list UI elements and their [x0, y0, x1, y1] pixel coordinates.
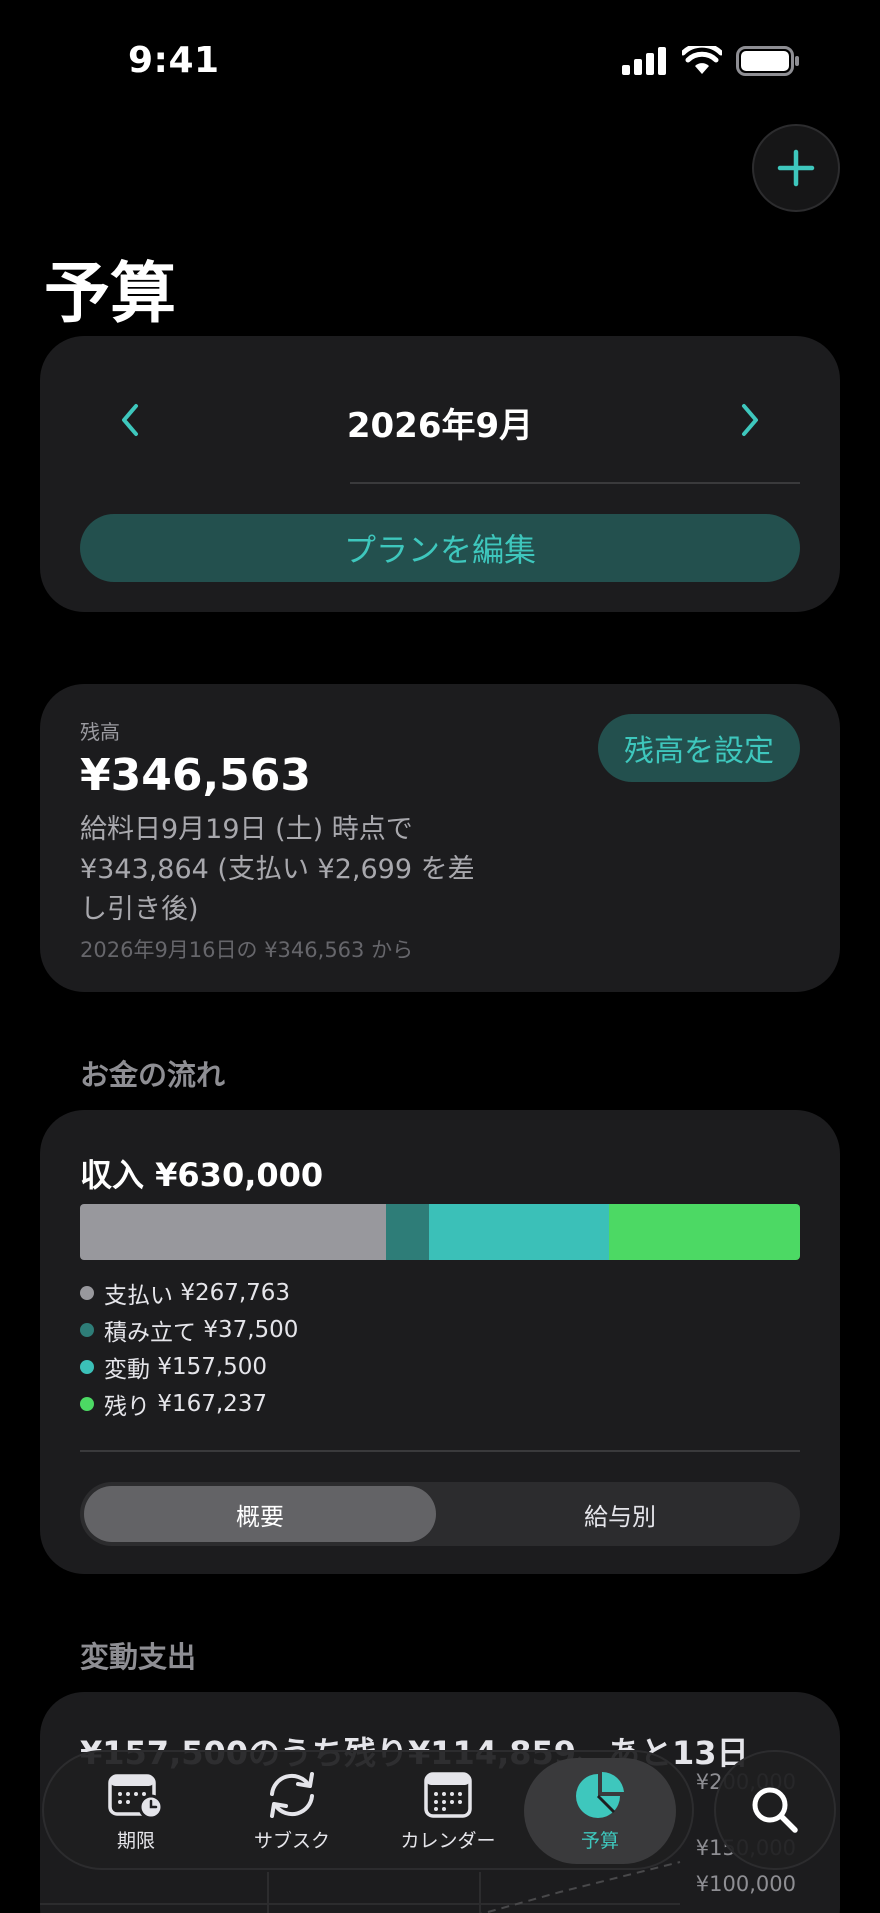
balance-source: 2026年9月16日の ¥346,563 から — [80, 938, 414, 962]
tab-label: 期限 — [116, 1829, 155, 1852]
plus-icon — [777, 149, 815, 187]
legend-label: 積み立て — [104, 1319, 196, 1346]
flow-bar-segment — [80, 1204, 386, 1260]
set-balance-button[interactable]: 残高を設定 — [598, 714, 800, 782]
tab-bar: 期限 サブスク カレンダー 予算 — [42, 1750, 694, 1870]
divider — [350, 482, 800, 484]
legend-amount: ¥167,237 — [157, 1390, 268, 1417]
money-flow-section-title: お金の流れ — [80, 1058, 226, 1092]
tab-label: サブスク — [253, 1829, 330, 1852]
balance-amount: ¥346,563 — [80, 750, 312, 801]
legend-label: 支払い — [104, 1282, 173, 1309]
balance-label: 残高 — [80, 720, 120, 744]
flow-bar-segment — [608, 1204, 800, 1260]
add-button[interactable] — [752, 124, 840, 212]
battery-icon — [736, 46, 799, 76]
legend-item: 積み立て ¥37,500 — [80, 1311, 298, 1348]
pie-chart-icon — [576, 1771, 624, 1818]
search-button[interactable] — [714, 1750, 836, 1870]
legend-label: 残り — [104, 1393, 150, 1420]
calendar-clock-icon — [108, 1773, 164, 1819]
calendar-icon — [424, 1771, 472, 1818]
money-flow-card: 収入 ¥630,000 支払い ¥267,763 積み立て ¥37,500 変動… — [40, 1110, 840, 1574]
tab-label: 予算 — [580, 1829, 619, 1852]
status-bar: 9:41 — [0, 0, 880, 130]
tab-subscriptions[interactable]: サブスク — [216, 1758, 368, 1864]
legend-label: 変動 — [104, 1356, 150, 1383]
legend-dot — [80, 1322, 94, 1337]
segment-by-paycheck[interactable]: 給与別 — [444, 1486, 796, 1542]
refresh-icon — [270, 1771, 314, 1818]
cellular-signal-icon — [622, 47, 666, 75]
search-icon — [752, 1787, 798, 1833]
balance-description: 給料日9月19日 (土) 時点で ¥343,864 (支払い ¥2,699 を差… — [80, 814, 475, 925]
wifi-icon — [682, 46, 722, 74]
flow-view-segmented-control: 概要 給与別 — [80, 1482, 800, 1546]
flow-bar-segment — [386, 1204, 429, 1260]
legend-amount: ¥157,500 — [157, 1353, 268, 1380]
legend-dot — [80, 1396, 94, 1411]
status-time: 9:41 — [128, 40, 220, 81]
legend-dot — [80, 1359, 94, 1374]
legend-item: 支払い ¥267,763 — [80, 1274, 298, 1311]
balance-card: 残高 ¥346,563 給料日9月19日 (土) 時点で ¥343,864 (支… — [40, 684, 840, 992]
tab-deadlines[interactable]: 期限 — [60, 1758, 212, 1864]
divider — [80, 1450, 800, 1452]
tab-calendar[interactable]: カレンダー — [372, 1758, 524, 1864]
next-month-button[interactable] — [720, 390, 780, 450]
legend-item: 残り ¥167,237 — [80, 1385, 298, 1422]
tab-budget[interactable]: 予算 — [524, 1758, 676, 1864]
money-flow-legend: 支払い ¥267,763 積み立て ¥37,500 変動 ¥157,500 残り… — [80, 1274, 298, 1422]
chevron-right-icon — [742, 404, 758, 436]
money-flow-bar — [80, 1204, 800, 1260]
flow-bar-segment — [428, 1204, 609, 1260]
tab-label: カレンダー — [400, 1829, 496, 1852]
variable-expenses-section-title: 変動支出 — [80, 1640, 197, 1674]
legend-item: 変動 ¥157,500 — [80, 1348, 298, 1385]
legend-amount: ¥37,500 — [203, 1316, 299, 1343]
income-total: 収入 ¥630,000 — [80, 1156, 324, 1194]
month-selector-card: 2026年9月 プランを編集 — [40, 336, 840, 612]
legend-amount: ¥267,763 — [180, 1279, 291, 1306]
legend-dot — [80, 1285, 94, 1300]
segment-overview[interactable]: 概要 — [84, 1486, 436, 1542]
status-icons — [622, 46, 800, 76]
edit-plan-button[interactable]: プランを編集 — [80, 514, 800, 582]
page-title: 予算 — [44, 255, 176, 332]
